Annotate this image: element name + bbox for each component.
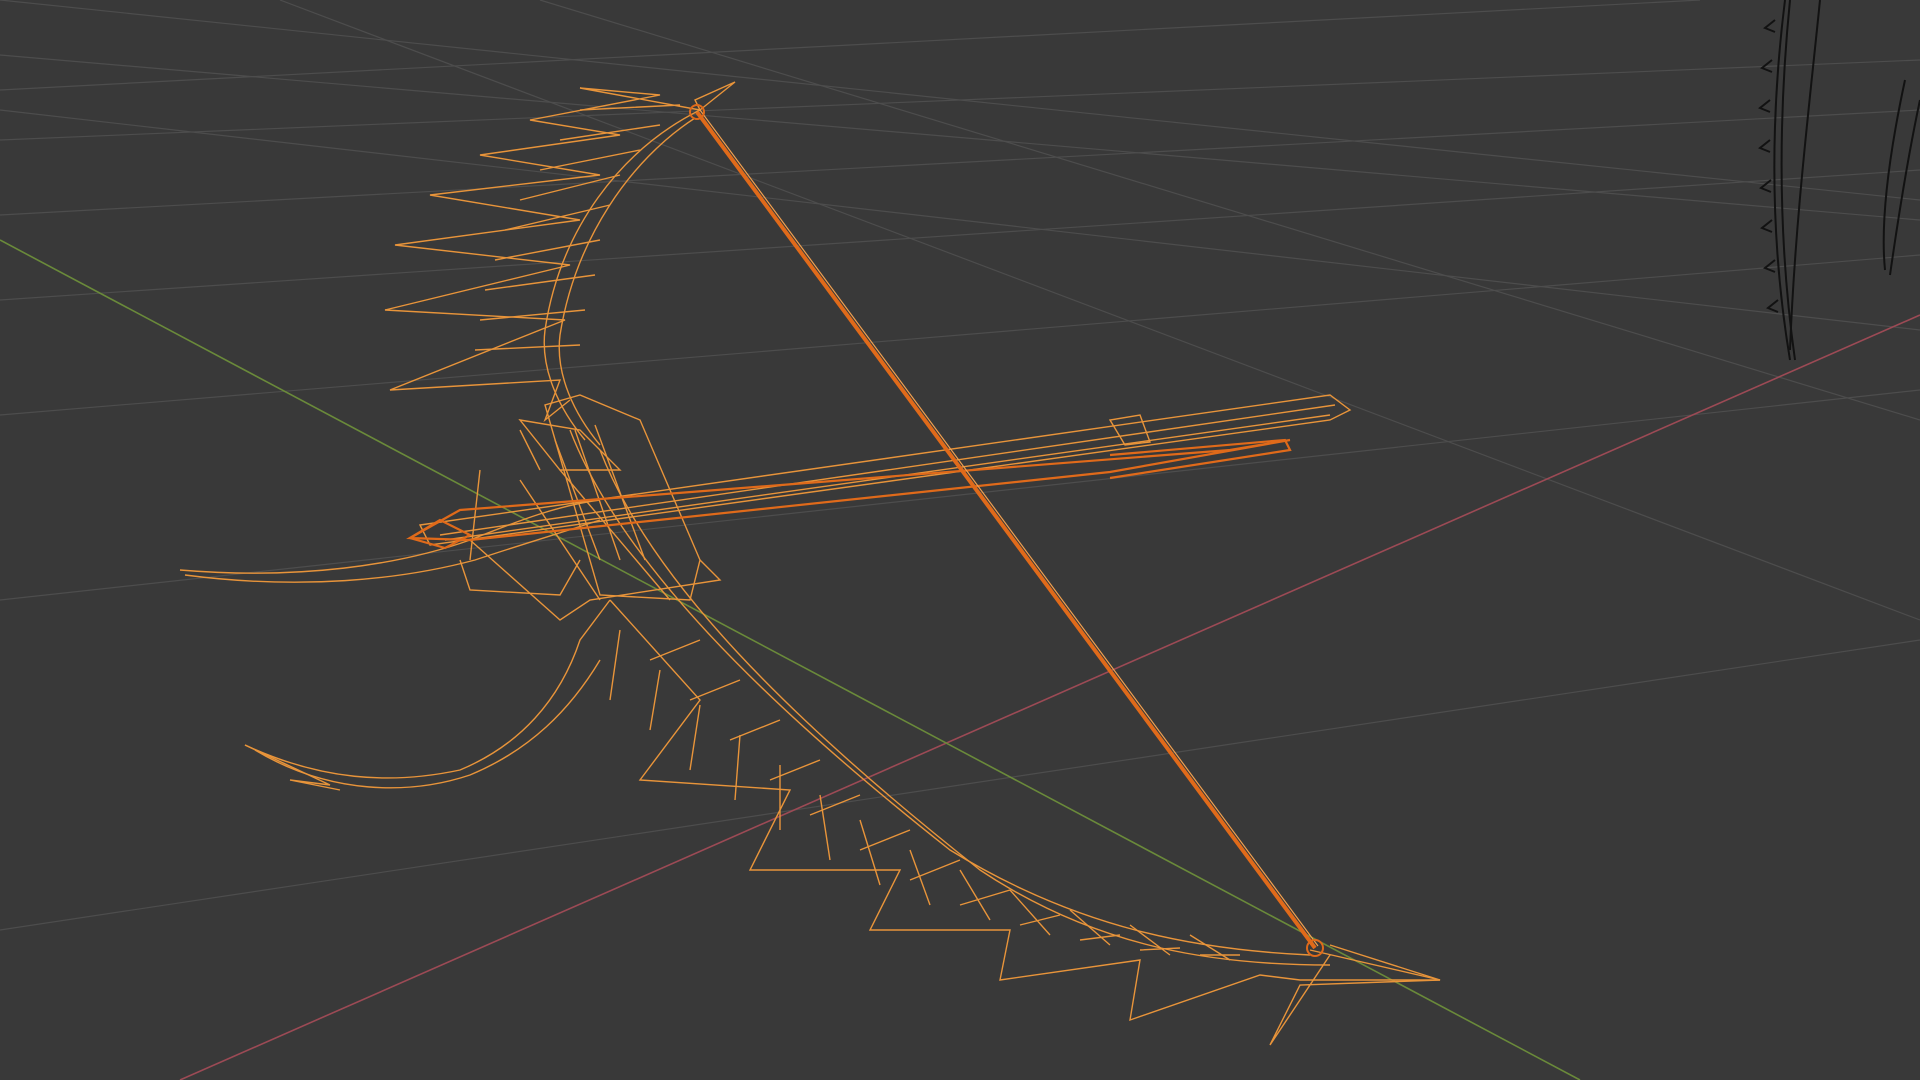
viewport-canvas[interactable] — [0, 0, 1920, 1080]
3d-viewport[interactable] — [0, 0, 1920, 1080]
